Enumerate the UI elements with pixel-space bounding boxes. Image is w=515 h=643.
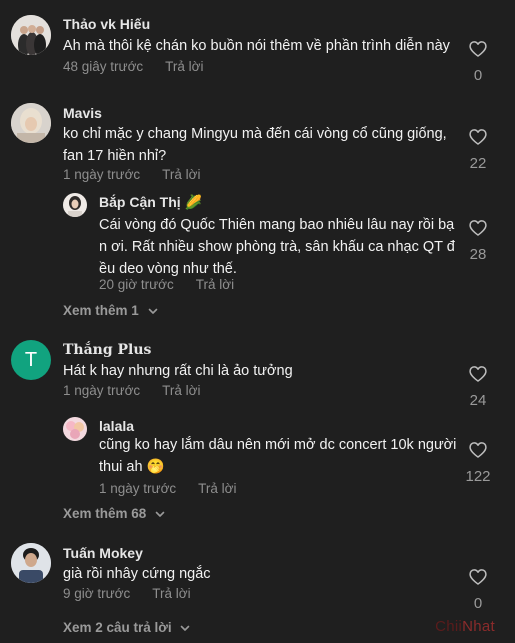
avatar[interactable]: [63, 417, 87, 441]
timestamp: 9 giờ trước: [63, 586, 131, 601]
comment-author[interactable]: Thảo vk Hiếu: [63, 16, 150, 32]
like-button[interactable]: 0: [463, 567, 493, 612]
comment-text-line: Hát k hay nhưng rất chi là ảo tưởng: [63, 363, 293, 379]
avatar[interactable]: [11, 103, 51, 143]
chevron-down-icon: [179, 622, 191, 634]
heart-icon: [468, 39, 488, 59]
view-replies-label: Xem 2 câu trả lời: [63, 620, 172, 635]
reply-button[interactable]: Trả lời: [165, 59, 203, 74]
like-count: 24: [469, 392, 487, 409]
like-button[interactable]: 22: [463, 127, 493, 172]
watermark-part: Nhat: [462, 618, 495, 635]
reply-text-line: cũng ko hay lắm dâu nên mới mở dc concer…: [99, 437, 457, 453]
heart-icon: [468, 127, 488, 147]
comment-text-line: Ah mà thôi kệ chán ko buồn nói thêm về p…: [63, 38, 450, 54]
heart-icon: [468, 218, 488, 238]
avatar-letter: T: [24, 348, 38, 371]
reply-author[interactable]: Bắp Cận Thị 🌽: [99, 194, 202, 211]
avatar[interactable]: [11, 15, 51, 55]
comment-text: ko chỉ mặc y chang Mingyu mà đến cái vòn…: [63, 123, 447, 167]
heart-icon: [468, 440, 488, 460]
comment-text: Ah mà thôi kệ chán ko buồn nói thêm về p…: [63, 35, 450, 57]
reply-button[interactable]: Trả lời: [198, 481, 236, 496]
like-count: 122: [465, 468, 491, 485]
comment-author[interactable]: Tuấn Mokey: [63, 545, 143, 561]
view-more-replies-button[interactable]: Xem thêm 1: [63, 303, 159, 318]
comment-meta: 1 ngày trước Trả lời: [63, 383, 201, 398]
chevron-down-icon: [154, 508, 166, 520]
comment-meta: 9 giờ trước Trả lời: [63, 586, 191, 601]
comment-meta: 48 giây trước Trả lời: [63, 59, 204, 74]
avatar[interactable]: T: [11, 340, 51, 380]
reply-button[interactable]: Trả lời: [162, 383, 200, 398]
comment-text-line: ko chỉ mặc y chang Mingyu mà đến cái vòn…: [63, 126, 447, 142]
comment-text: Hát k hay nhưng rất chi là ảo tưởng: [63, 360, 293, 382]
like-button[interactable]: 24: [463, 364, 493, 409]
watermark-part: Chii: [435, 618, 463, 635]
like-button[interactable]: 0: [463, 39, 493, 84]
reply-meta: 20 giờ trước Trả lời: [99, 277, 234, 292]
reply-text: cũng ko hay lắm dâu nên mới mở dc concer…: [99, 434, 456, 478]
heart-icon: [468, 567, 488, 587]
timestamp: 1 ngày trước: [99, 481, 177, 496]
comment-author[interactable]: Thắng Plus: [63, 342, 151, 358]
heart-icon: [468, 364, 488, 384]
like-count: 0: [473, 67, 483, 84]
view-more-label: Xem thêm 1: [63, 303, 139, 318]
timestamp: 1 ngày trước: [63, 167, 141, 182]
view-more-label: Xem thêm 68: [63, 506, 147, 521]
reply-button[interactable]: Trả lời: [162, 167, 200, 182]
comment-author[interactable]: Mavis: [63, 105, 102, 121]
timestamp: 20 giờ trước: [99, 277, 174, 292]
avatar[interactable]: [11, 543, 51, 583]
comment-meta: 1 ngày trước Trả lời: [63, 167, 201, 182]
like-count: 28: [469, 246, 487, 263]
chevron-down-icon: [147, 305, 159, 317]
comment-text-line: fan 17 hiền nhỉ?: [63, 148, 167, 164]
reply-text-line: thui ah 🤭: [99, 459, 165, 475]
like-count: 0: [473, 595, 483, 612]
like-count: 22: [469, 155, 487, 172]
reply-text-line: n ơi. Rất nhiều show phòng trà, sân khấu…: [99, 239, 455, 255]
view-more-replies-button[interactable]: Xem thêm 68: [63, 506, 166, 521]
reply-text: Cái vòng đó Quốc Thiên mang bao nhiêu lâ…: [99, 214, 455, 280]
timestamp: 48 giây trước: [63, 59, 144, 74]
comment-text-line: già rồi nhây cứng ngắc: [63, 566, 211, 582]
like-button[interactable]: 28: [463, 218, 493, 263]
watermark: ChiiNhat: [435, 618, 495, 635]
reply-button[interactable]: Trả lời: [196, 277, 234, 292]
avatar[interactable]: [63, 193, 87, 217]
like-button[interactable]: 122: [463, 440, 493, 485]
reply-meta: 1 ngày trước Trả lời: [99, 481, 237, 496]
reply-author[interactable]: lalala: [99, 418, 134, 434]
view-replies-button[interactable]: Xem 2 câu trả lời: [63, 620, 191, 635]
timestamp: 1 ngày trước: [63, 383, 141, 398]
reply-text-line: Cái vòng đó Quốc Thiên mang bao nhiêu lâ…: [99, 217, 455, 233]
comment-text: già rồi nhây cứng ngắc: [63, 563, 211, 585]
reply-button[interactable]: Trả lời: [152, 586, 190, 601]
